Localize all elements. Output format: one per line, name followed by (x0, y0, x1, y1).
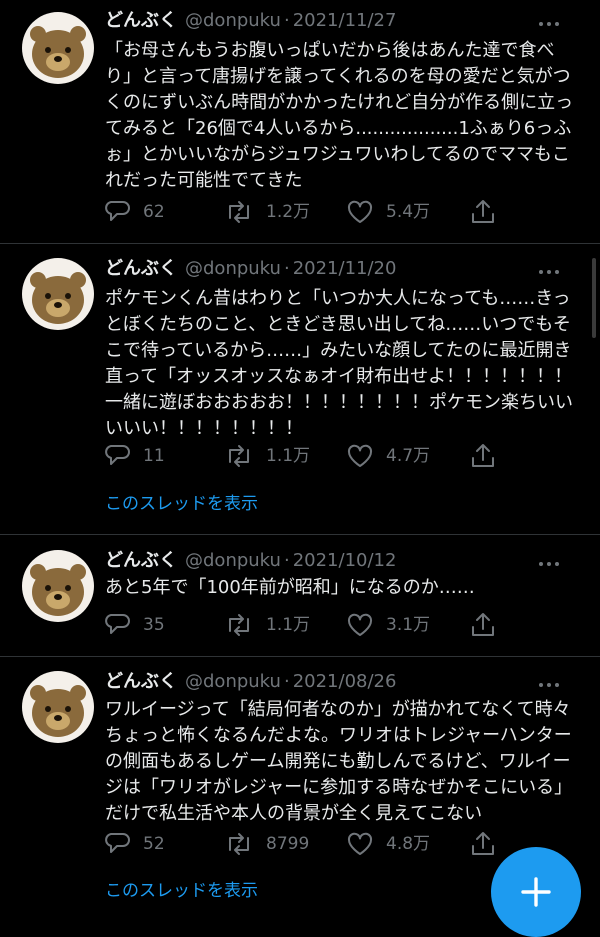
bear-avatar-icon (30, 564, 86, 616)
more-dots-icon (539, 270, 559, 274)
more-options-button[interactable] (536, 675, 562, 695)
reply-icon (105, 833, 130, 853)
avatar[interactable] (22, 671, 94, 743)
retweet-count: 8799 (266, 834, 310, 854)
like-count: 5.4万 (386, 202, 431, 222)
share-icon (472, 200, 494, 223)
more-dots-icon (539, 562, 559, 566)
reply-count: 11 (143, 446, 165, 466)
like-count: 4.8万 (386, 834, 431, 854)
display-name[interactable]: どんぶく (105, 550, 177, 571)
avatar[interactable] (22, 258, 94, 330)
compose-tweet-button[interactable] (491, 847, 581, 937)
tweet-actions: 11 1.1万 4.7万 (103, 441, 503, 471)
scrollbar[interactable] (592, 258, 596, 338)
tweet-actions: 35 1.1万 3.1万 (103, 610, 503, 640)
like-count: 3.1万 (386, 615, 431, 635)
reply-button[interactable]: 35 (103, 610, 165, 640)
tweet-text: 「お母さんもうお腹いっぱいだから後はあんた達で食べり」と言って唐揚げを譲ってくれ… (105, 40, 574, 191)
tweet-actions: 62 1.2万 5.4万 (103, 197, 503, 227)
share-button[interactable] (469, 441, 497, 471)
like-icon (347, 444, 373, 467)
reply-button[interactable]: 11 (103, 441, 165, 471)
retweet-button[interactable]: 1.1万 (224, 441, 310, 471)
bear-avatar-icon (30, 272, 86, 324)
reply-icon (105, 445, 130, 465)
display-name[interactable]: どんぶく (105, 671, 177, 692)
like-button[interactable]: 4.8万 (346, 829, 430, 859)
more-options-button[interactable] (536, 554, 562, 574)
like-count: 4.7万 (386, 446, 431, 466)
tweet[interactable]: どんぶく @donpuku · 2021/11/27 「お母さんもうお腹いっぱいだから… (0, 0, 600, 243)
show-thread-link[interactable]: このスレッドを表示 (105, 492, 258, 516)
user-handle[interactable]: @donpuku (185, 258, 281, 279)
tweet-header: どんぶく @donpuku · 2021/11/20 (105, 256, 396, 282)
retweet-count: 1.1万 (266, 615, 311, 635)
like-icon (347, 613, 373, 636)
reply-count: 35 (143, 615, 165, 635)
tweet-actions: 52 8799 4.8万 (103, 829, 503, 859)
reply-button[interactable]: 52 (103, 829, 165, 859)
retweet-button[interactable]: 8799 (224, 829, 309, 859)
more-options-button[interactable] (536, 14, 562, 34)
retweet-icon (229, 833, 249, 855)
reply-count: 62 (143, 202, 165, 222)
share-button[interactable] (469, 197, 497, 227)
retweet-button[interactable]: 1.2万 (224, 197, 310, 227)
tweet-header: どんぶく @donpuku · 2021/10/12 (105, 548, 396, 574)
tweet[interactable]: どんぶく @donpuku · 2021/10/12 あと5年で「100年前が昭和」に… (0, 535, 600, 656)
user-handle[interactable]: @donpuku (185, 550, 281, 571)
retweet-button[interactable]: 1.1万 (224, 610, 310, 640)
reply-button[interactable]: 62 (103, 197, 165, 227)
share-button[interactable] (469, 829, 497, 859)
share-icon (472, 444, 494, 467)
retweet-icon (229, 445, 249, 467)
avatar[interactable] (22, 12, 94, 84)
retweet-icon (229, 614, 249, 636)
display-name[interactable]: どんぶく (105, 258, 177, 279)
user-handle[interactable]: @donpuku (185, 671, 281, 692)
avatar[interactable] (22, 550, 94, 622)
like-icon (347, 200, 373, 223)
bear-avatar-icon (30, 26, 86, 78)
tweet-text: ポケモンくん昔はわりと「いつか大人になっても……きっとぼくたちのこと、ときどき思… (105, 288, 573, 439)
more-options-button[interactable] (536, 262, 562, 282)
user-handle[interactable]: @donpuku (185, 10, 281, 31)
separator: · (283, 671, 290, 692)
like-button[interactable]: 4.7万 (346, 441, 430, 471)
share-icon (472, 832, 494, 855)
tweet-date[interactable]: 2021/11/20 (293, 258, 397, 279)
like-icon (347, 832, 373, 855)
tweet-date[interactable]: 2021/10/12 (293, 550, 397, 571)
display-name[interactable]: どんぶく (105, 10, 177, 31)
retweet-count: 1.1万 (266, 446, 311, 466)
reply-icon (105, 614, 130, 634)
tweet-date[interactable]: 2021/11/27 (293, 10, 397, 31)
more-dots-icon (539, 683, 559, 687)
bear-avatar-icon (30, 685, 86, 737)
tweet[interactable]: どんぶく @donpuku · 2021/11/20 ポケモンくん昔はわりと「いつか大… (0, 244, 600, 534)
retweet-count: 1.2万 (266, 202, 311, 222)
like-button[interactable]: 5.4万 (346, 197, 430, 227)
reply-count: 52 (143, 834, 165, 854)
retweet-icon (229, 201, 249, 223)
more-dots-icon (539, 22, 559, 26)
tweet-header: どんぶく @donpuku · 2021/08/26 (105, 669, 396, 695)
tweet-date[interactable]: 2021/08/26 (293, 671, 397, 692)
share-icon (472, 613, 494, 636)
tweet-header: どんぶく @donpuku · 2021/11/27 (105, 8, 396, 34)
tweet-text: ワルイージって「結局何者なのか」が描かれてなくて時々ちょっと怖くなるんだよな。ワ… (105, 699, 573, 824)
show-thread-link[interactable]: このスレッドを表示 (105, 879, 258, 903)
reply-icon (105, 201, 130, 221)
separator: · (283, 550, 290, 571)
like-button[interactable]: 3.1万 (346, 610, 430, 640)
separator: · (283, 10, 290, 31)
tweet-text: あと5年で「100年前が昭和」になるのか…… (105, 577, 475, 598)
share-button[interactable] (469, 610, 497, 640)
separator: · (283, 258, 290, 279)
compose-plus-icon (521, 877, 551, 907)
